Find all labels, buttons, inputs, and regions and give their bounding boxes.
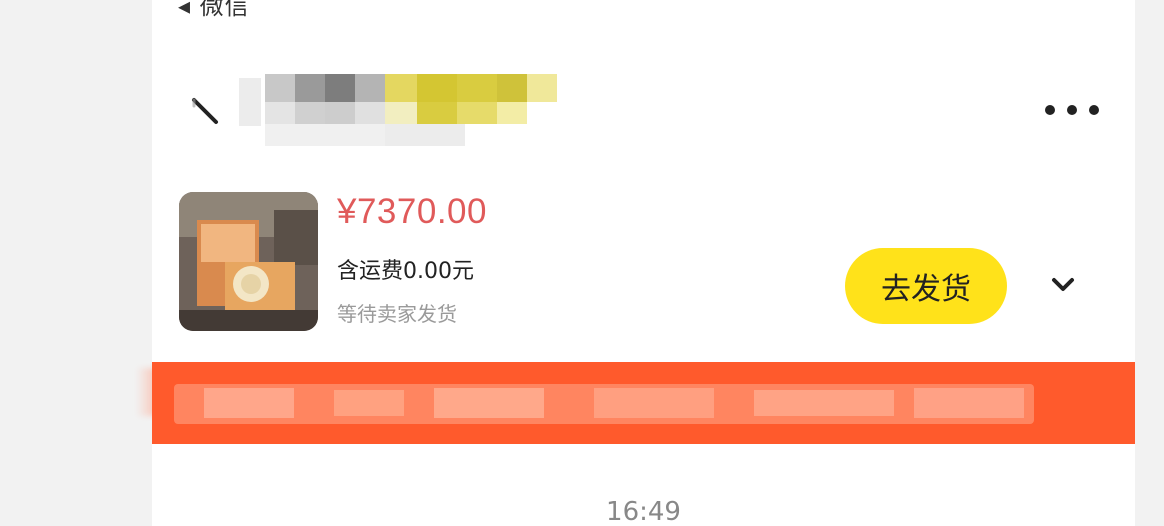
banner-text-redacted [174,376,1034,436]
chat-title-redacted [239,72,597,152]
product-thumbnail[interactable] [179,192,318,331]
more-icon [1045,105,1099,115]
back-arrow-icon [192,98,218,124]
message-timestamp: 16:49 [606,497,681,526]
product-image-icon [179,192,318,331]
status-back-to-wechat[interactable]: ◂ 微信 [178,0,250,20]
back-button[interactable] [187,88,223,134]
order-status: 等待卖家发货 [337,302,457,326]
shipping-fee: 含运费0.00元 [337,259,474,284]
order-price: ¥7370.00 [337,192,487,231]
chat-screen: ◂ 微信 ¥7370.00 含运费0.00元 等待卖家发货 去发货 16:49 [152,0,1135,526]
promo-banner-redacted[interactable] [152,362,1135,444]
ship-order-button[interactable]: 去发货 [845,248,1007,324]
chevron-down-icon[interactable] [1048,270,1078,300]
more-options-button[interactable] [1037,88,1107,132]
